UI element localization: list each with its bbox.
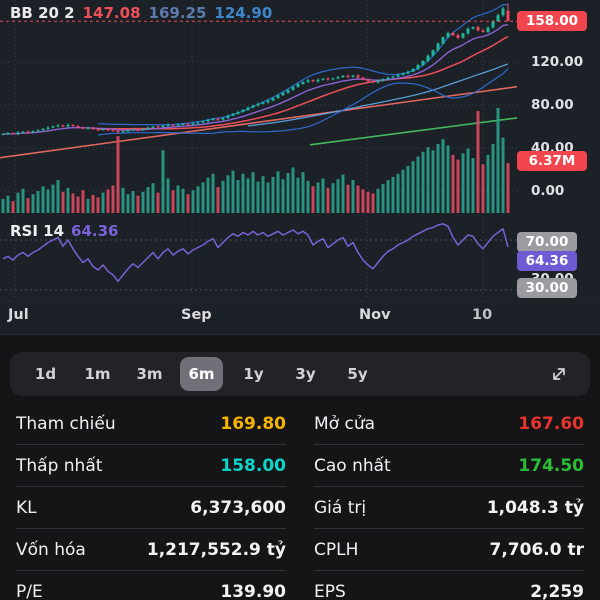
stat-value: 169.80 [220,413,286,434]
price-chart-panel[interactable]: BB 20 2 147.08 169.25 124.90 120.00 80.0… [0,0,600,335]
timeframe-6m-selected[interactable]: 6m [180,357,223,391]
rsi-value-badge: 64.36 [517,251,577,271]
stat-row-eps: EPS 2,259 [314,571,584,600]
price-axis-tick-80: 80.00 [531,97,574,113]
stat-label: Giá trị [314,497,367,518]
stat-label: Cao nhất [314,455,391,476]
last-volume-badge: 6.37M [517,151,587,171]
bb-basis-value: 147.08 [82,4,141,22]
stock-stats-table: Tham chiếu 169.80 Mở cửa 167.60 Thấp nhấ… [0,403,600,600]
last-price-badge: 158.00 [517,11,587,31]
rsi-upper-level-badge: 70.00 [517,232,577,252]
stat-value: 158.00 [220,455,286,476]
stat-label: Tham chiếu [16,413,116,434]
stat-row-pe: P/E 139.90 [16,571,286,600]
stat-row-von-hoa: Vốn hóa 1,217,552.9 tỷ [16,529,286,571]
time-axis-label-10: 10 [472,307,493,323]
stat-row-kl: KL 6,373,600 [16,487,286,529]
timeframe-1d[interactable]: 1d [24,357,67,391]
stat-label: EPS [314,581,346,600]
rsi-indicator-label: RSI 14 [10,222,65,240]
bb-indicator-label: BB 20 2 [10,4,75,22]
timeframe-3m[interactable]: 3m [128,357,171,391]
stat-value: 1,048.3 tỷ [486,497,584,518]
stat-row-thap-nhat: Thấp nhất 158.00 [16,445,286,487]
stat-row-cplh: CPLH 7,706.0 tr [314,529,584,571]
timeframe-selector: 1d 1m 3m 6m 1y 3y 5y [10,352,590,396]
time-axis-label-sep: Sep [181,307,212,323]
time-axis-label-jul: Jul [8,307,29,323]
time-axis-label-nov: Nov [359,307,391,323]
stat-row-mo-cua: Mở cửa 167.60 [314,403,584,445]
timeframe-3y[interactable]: 3y [284,357,327,391]
bb-lower-value: 124.90 [214,4,273,22]
price-chart-canvas[interactable] [0,0,600,335]
bb-indicator-header: BB 20 2 147.08 169.25 124.90 [10,4,272,22]
stat-value: 139.90 [220,581,286,600]
stat-value: 2,259 [530,581,584,600]
rsi-current-value: 64.36 [71,222,119,240]
rsi-indicator-header: RSI 14 64.36 [10,222,118,240]
stat-label: Thấp nhất [16,455,103,476]
stat-row-cao-nhat: Cao nhất 174.50 [314,445,584,487]
stat-row-gia-tri: Giá trị 1,048.3 tỷ [314,487,584,529]
stat-value: 1,217,552.9 tỷ [146,539,286,560]
rsi-lower-level-badge: 30.00 [517,278,577,298]
stat-label: KL [16,497,37,518]
expand-chart-button[interactable] [542,357,576,391]
stat-value: 6,373,600 [190,497,286,518]
stat-value: 167.60 [518,413,584,434]
stat-value: 174.50 [518,455,584,476]
stat-label: Mở cửa [314,413,376,434]
stat-label: Vốn hóa [16,539,86,560]
price-axis-tick-120: 120.00 [531,54,584,70]
stat-value: 7,706.0 tr [489,539,585,560]
stat-label: CPLH [314,539,359,560]
price-axis-tick-0: 0.00 [531,183,565,199]
expand-arrows-icon [553,368,565,380]
timeframe-5y[interactable]: 5y [336,357,379,391]
stock-detail-screen: BB 20 2 147.08 169.25 124.90 120.00 80.0… [0,0,600,600]
timeframe-1m[interactable]: 1m [76,357,119,391]
timeframe-1y[interactable]: 1y [232,357,275,391]
bb-upper-value: 169.25 [148,4,207,22]
stat-label: P/E [16,581,43,600]
stat-row-tham-chieu: Tham chiếu 169.80 [16,403,286,445]
